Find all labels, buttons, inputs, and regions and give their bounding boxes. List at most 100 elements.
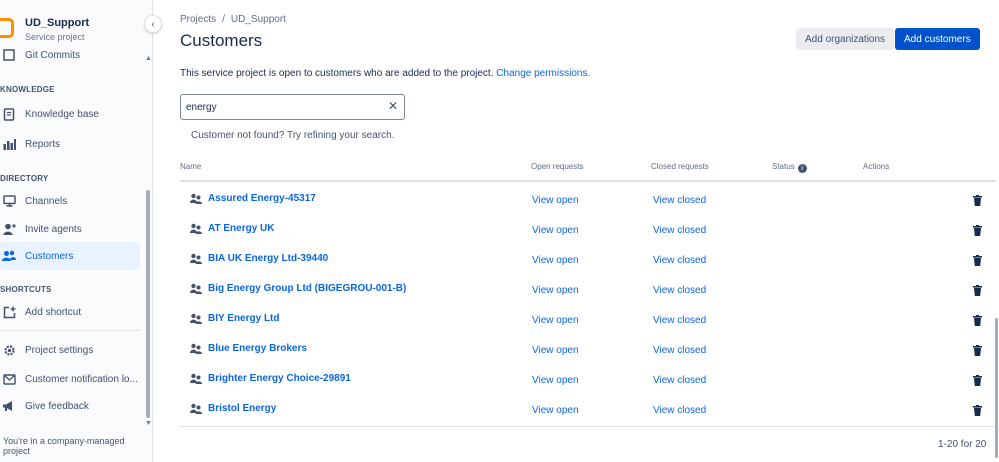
customer-name-link[interactable]: Bristol Energy — [208, 403, 276, 414]
view-open-link[interactable]: View open — [532, 375, 579, 386]
sidebar-item-label: Invite agents — [25, 223, 82, 235]
view-open-link[interactable]: View open — [532, 225, 579, 236]
view-closed-link[interactable]: View closed — [653, 225, 706, 236]
organization-icon — [190, 283, 202, 294]
sidebar-item-label: Project settings — [25, 344, 94, 356]
column-header-status-label: Status — [772, 162, 795, 171]
customer-name-link[interactable]: BIY Energy Ltd — [208, 313, 280, 324]
gear-icon — [2, 343, 16, 357]
table-row: Bristol Energy View open View closed — [180, 395, 996, 425]
sidebar-item-customer-notification-logs[interactable]: Customer notification lo... — [0, 365, 140, 393]
git-commits-icon — [2, 48, 16, 62]
add-shortcut-icon — [2, 305, 16, 319]
trash-icon[interactable] — [973, 375, 982, 386]
sidebar-item-knowledge-base[interactable]: Knowledge base — [0, 100, 140, 128]
table-row: AT Energy UK View open View closed — [180, 215, 996, 245]
sidebar: UD_Support Service project Git Commits K… — [0, 0, 153, 462]
sidebar-item-label: Knowledge base — [25, 108, 99, 120]
customer-name-link[interactable]: Big Energy Group Ltd (BIGEGROU-001-B) — [208, 283, 406, 294]
view-open-link[interactable]: View open — [532, 405, 579, 416]
view-open-link[interactable]: View open — [532, 345, 579, 356]
main-scrollbar[interactable] — [995, 318, 998, 458]
sidebar-item-project-settings[interactable]: Project settings — [0, 336, 140, 364]
trash-icon[interactable] — [973, 315, 982, 326]
view-open-link[interactable]: View open — [532, 285, 579, 296]
sidebar-item-invite-agents[interactable]: Invite agents — [0, 215, 140, 243]
sidebar-item-git-commits[interactable]: Git Commits — [0, 44, 140, 66]
pagination-summary: 1-20 for 20 — [938, 439, 987, 450]
view-closed-link[interactable]: View closed — [653, 315, 706, 326]
project-logo-icon — [0, 18, 14, 38]
access-info: This service project is open to customer… — [180, 68, 590, 79]
view-closed-link[interactable]: View closed — [653, 405, 706, 416]
monitor-icon — [2, 194, 16, 208]
view-open-link[interactable]: View open — [532, 315, 579, 326]
organization-icon — [190, 193, 202, 204]
project-type: Service project — [25, 32, 85, 42]
breadcrumb-projects[interactable]: Projects — [180, 14, 216, 25]
view-closed-link[interactable]: View closed — [653, 195, 706, 206]
view-open-link[interactable]: View open — [532, 255, 579, 266]
column-header-closed-requests: Closed requests — [651, 162, 709, 171]
customer-name-link[interactable]: Brighter Energy Choice-29891 — [208, 373, 351, 384]
table-footer-divider — [180, 426, 996, 427]
add-customers-button[interactable]: Add customers — [895, 28, 980, 50]
customer-name-cell: Brighter Energy Choice-29891 — [190, 373, 351, 384]
view-closed-link[interactable]: View closed — [653, 255, 706, 266]
megaphone-icon — [2, 399, 16, 413]
sidebar-item-channels[interactable]: Channels — [0, 187, 140, 215]
search-input[interactable] — [186, 99, 376, 115]
customer-name-cell: Assured Energy-45317 — [190, 193, 316, 204]
customer-name-link[interactable]: Assured Energy-45317 — [208, 193, 316, 204]
change-permissions-link[interactable]: Change permissions. — [496, 68, 590, 79]
sidebar-item-give-feedback[interactable]: Give feedback — [0, 392, 140, 420]
main-scrollbar-track — [995, 158, 998, 462]
column-header-open-requests: Open requests — [531, 162, 584, 171]
trash-icon[interactable] — [973, 405, 982, 416]
customer-name-link[interactable]: Blue Energy Brokers — [208, 343, 307, 354]
sidebar-scrollbar[interactable] — [146, 190, 150, 418]
project-header[interactable]: UD_Support Service project — [0, 12, 150, 44]
view-open-link[interactable]: View open — [532, 195, 579, 206]
sidebar-scroll-up-icon[interactable]: ▲ — [145, 55, 152, 62]
table-header-divider — [180, 180, 996, 182]
view-closed-link[interactable]: View closed — [653, 285, 706, 296]
sidebar-item-label: Git Commits — [25, 49, 80, 61]
trash-icon[interactable] — [973, 255, 982, 266]
customer-name-cell: BIA UK Energy Ltd-39440 — [190, 253, 328, 264]
add-organizations-button[interactable]: Add organizations — [796, 28, 895, 50]
search-field[interactable]: ✕ — [180, 94, 405, 120]
sidebar-divider — [0, 330, 140, 331]
clear-search-icon[interactable]: ✕ — [388, 99, 398, 113]
section-header-directory: DIRECTORY — [0, 174, 49, 183]
chevron-left-icon: ‹ — [151, 18, 155, 30]
project-name: UD_Support — [25, 17, 90, 29]
sidebar-item-customers[interactable]: Customers — [0, 242, 140, 270]
customer-name-cell: AT Energy UK — [190, 223, 275, 234]
trash-icon[interactable] — [973, 225, 982, 236]
trash-icon[interactable] — [973, 285, 982, 296]
organization-icon — [190, 223, 202, 234]
sidebar-scroll-down-icon[interactable]: ▼ — [145, 420, 152, 427]
sidebar-item-label: Give feedback — [25, 400, 89, 412]
table-row: Blue Energy Brokers View open View closed — [180, 335, 996, 365]
people-icon — [2, 249, 16, 263]
breadcrumb: Projects / UD_Support — [180, 14, 286, 25]
customer-name-cell: BIY Energy Ltd — [190, 313, 280, 324]
sidebar-item-add-shortcut[interactable]: Add shortcut — [0, 298, 140, 326]
trash-icon[interactable] — [973, 195, 982, 206]
info-icon[interactable]: i — [797, 164, 807, 173]
organization-icon — [190, 253, 202, 264]
customer-name-link[interactable]: AT Energy UK — [208, 223, 275, 234]
sidebar-item-reports[interactable]: Reports — [0, 130, 140, 158]
envelope-icon — [2, 372, 16, 386]
trash-icon[interactable] — [973, 345, 982, 356]
book-icon — [2, 107, 16, 121]
collapse-sidebar-button[interactable]: ‹ — [144, 15, 162, 33]
person-add-icon — [2, 222, 16, 236]
organization-icon — [190, 313, 202, 324]
customer-name-link[interactable]: BIA UK Energy Ltd-39440 — [208, 253, 328, 264]
view-closed-link[interactable]: View closed — [653, 375, 706, 386]
breadcrumb-project[interactable]: UD_Support — [231, 14, 286, 25]
view-closed-link[interactable]: View closed — [653, 345, 706, 356]
